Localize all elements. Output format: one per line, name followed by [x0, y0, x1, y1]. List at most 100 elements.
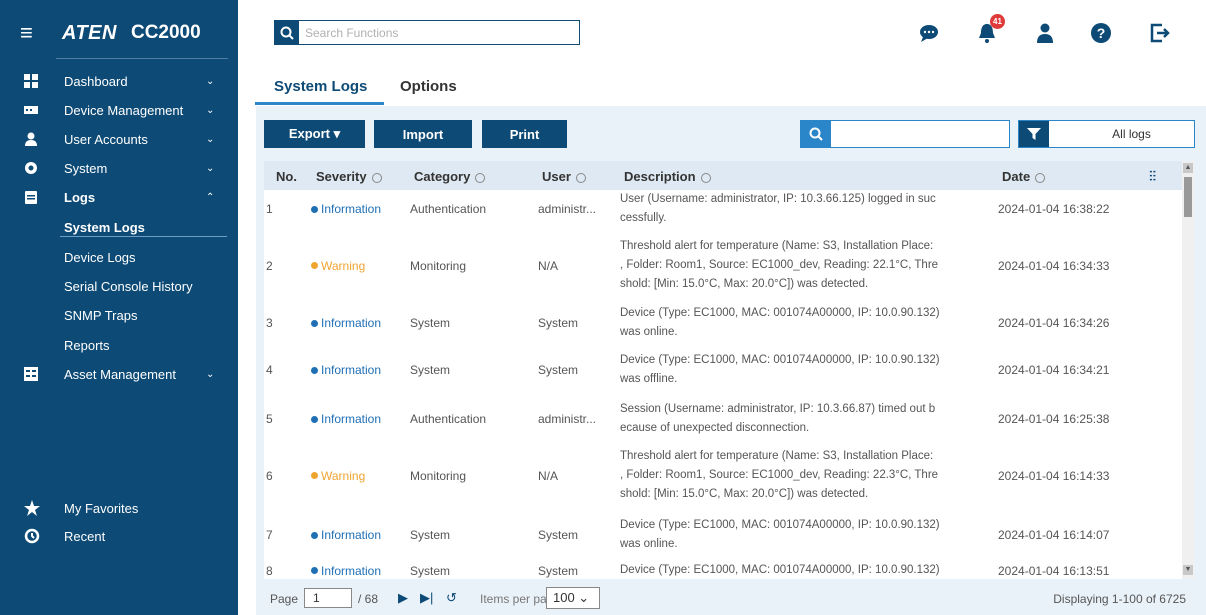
sidebar-item-my-favorites[interactable]: My Favorites — [0, 495, 238, 521]
sidebar-item-recent[interactable]: Recent — [0, 523, 238, 549]
sidebar-sub-snmp-traps[interactable]: SNMP Traps — [64, 308, 137, 323]
cell-category: System — [410, 528, 451, 542]
description-line: was offline. — [620, 373, 678, 385]
cell-severity: Information — [311, 528, 381, 542]
sidebar-sub-system-logs[interactable]: System Logs — [64, 220, 145, 235]
sort-icon — [371, 172, 382, 183]
aten-logo: ATEN — [62, 21, 117, 44]
table-row[interactable]: 3 Information System System Device (Type: EC… — [264, 304, 1182, 342]
log-filter[interactable]: All logs — [1018, 120, 1195, 148]
cell-description: Device (Type: EC1000, MAC: 001074A00000,… — [620, 304, 992, 342]
print-button[interactable]: Print — [482, 120, 567, 148]
description-line: was online. — [620, 326, 678, 338]
cell-description: Threshold alert for temperature (Name: S… — [620, 447, 992, 504]
sort-icon — [575, 172, 586, 183]
sidebar-sub-device-logs[interactable]: Device Logs — [64, 250, 136, 265]
sidebar-item-dashboard[interactable]: Dashboard ⌄ — [0, 68, 238, 94]
vertical-scrollbar[interactable]: ▲ ▼ — [1182, 161, 1194, 579]
sidebar-item-system[interactable]: System ⌄ — [0, 155, 238, 181]
refresh-icon[interactable]: ↺ — [446, 590, 457, 606]
last-page-icon[interactable]: ▶| — [420, 590, 433, 606]
sidebar: ≡ ATEN CC2000 Dashboard ⌄ Device Managem… — [0, 0, 238, 615]
page-input[interactable]: 1 — [304, 588, 352, 608]
search-icon[interactable] — [801, 121, 831, 147]
function-search[interactable] — [274, 20, 580, 45]
sidebar-item-user-accounts[interactable]: User Accounts ⌄ — [0, 126, 238, 152]
tab-system-logs[interactable]: System Logs — [274, 78, 367, 95]
export-button[interactable]: Export ▾ — [264, 120, 365, 148]
description-line: , Folder: Room1, Source: EC1000_dev, Rea… — [620, 469, 939, 481]
sidebar-item-asset-management[interactable]: Asset Management ⌄ — [0, 361, 238, 387]
search-input[interactable] — [299, 21, 579, 44]
log-search[interactable] — [800, 120, 1010, 148]
import-button[interactable]: Import — [374, 120, 472, 148]
table-row[interactable]: 7 Information System System Device (Type: EC… — [264, 516, 1182, 554]
scroll-down-icon[interactable]: ▼ — [1183, 565, 1193, 575]
cell-description: Device (Type: EC1000, MAC: 001074A00000,… — [620, 351, 992, 389]
cell-category: Authentication — [410, 412, 487, 426]
severity-label: Information — [321, 412, 382, 426]
cell-category: System — [410, 563, 451, 578]
info-dot-icon — [311, 205, 318, 213]
info-dot-icon — [311, 366, 318, 374]
help-icon[interactable]: ? — [1090, 22, 1112, 44]
sidebar-item-device-management[interactable]: Device Management ⌄ — [0, 97, 238, 123]
info-dot-icon — [311, 415, 318, 423]
chevron-down-icon: ⌄ — [206, 368, 215, 380]
cell-no: 7 — [266, 528, 273, 542]
hamburger-icon[interactable]: ≡ — [20, 20, 50, 46]
cell-date: 2024-01-04 16:34:26 — [998, 316, 1110, 330]
cell-no: 5 — [266, 412, 273, 426]
next-page-icon[interactable]: ▶ — [398, 590, 408, 606]
col-label: Category — [414, 169, 471, 184]
cell-date: 2024-01-04 16:14:33 — [998, 468, 1110, 483]
cell-severity: Information — [311, 363, 381, 377]
col-description[interactable]: Description — [624, 169, 711, 184]
table-row[interactable]: 8 Information System System Device (Type: EC… — [264, 561, 1182, 579]
col-severity[interactable]: Severity — [316, 169, 382, 184]
sidebar-sub-reports[interactable]: Reports — [64, 338, 110, 353]
asset-icon — [24, 367, 38, 381]
description-line: Device (Type: EC1000, MAC: 001074A00000,… — [620, 564, 940, 576]
cell-description: Device (Type: EC1000, MAC: 001074A00000,… — [620, 516, 992, 554]
description-line: User (Username: administrator, IP: 10.3.… — [620, 193, 936, 205]
sidebar-item-logs[interactable]: Logs ⌃ — [0, 184, 238, 210]
table-row[interactable]: 6 Warning Monitoring N/A Threshold alert for… — [264, 447, 1182, 504]
cell-no: 4 — [266, 363, 273, 377]
description-line: Threshold alert for temperature (Name: S… — [620, 240, 934, 252]
col-user[interactable]: User — [542, 169, 586, 184]
table-row[interactable]: 1 Information Authentication administr... Us… — [264, 190, 1182, 228]
device-icon — [24, 106, 38, 114]
description-line: Device (Type: EC1000, MAC: 001074A00000,… — [620, 307, 940, 319]
main-content: Export ▾ Import Print All logs No. Sever… — [256, 106, 1206, 615]
display-count: Displaying 1-100 of 6725 — [1053, 592, 1186, 606]
severity-label: Information — [321, 563, 382, 578]
cell-severity: Information — [311, 202, 381, 216]
table-row[interactable]: 4 Information System System Device (Type: EC… — [264, 351, 1182, 389]
col-no[interactable]: No. — [276, 169, 297, 184]
tab-options[interactable]: Options — [400, 78, 457, 95]
table-row[interactable]: 2 Warning Monitoring N/A Threshold alert for… — [264, 237, 1182, 294]
cell-severity: Warning — [311, 469, 365, 483]
column-settings-icon[interactable]: ⫶⫶ — [1149, 168, 1156, 185]
description-line: cessfully. — [620, 212, 667, 224]
severity-label: Information — [321, 316, 382, 330]
search-icon[interactable] — [275, 21, 299, 44]
col-label: Description — [624, 169, 696, 184]
chat-icon[interactable] — [918, 22, 940, 44]
items-per-page-select[interactable]: 100 ⌄ — [546, 587, 600, 609]
col-date[interactable]: Date — [1002, 169, 1046, 184]
sidebar-sub-serial-console-history[interactable]: Serial Console History — [64, 279, 193, 294]
table-row[interactable]: 5 Information Authentication administr... Se… — [264, 400, 1182, 438]
user-icon[interactable] — [1034, 22, 1056, 44]
notification-badge: 41 — [990, 14, 1005, 29]
cell-description: Device (Type: EC1000, MAC: 001074A00000,… — [620, 561, 992, 579]
scroll-thumb[interactable] — [1184, 177, 1192, 217]
cell-category: Authentication — [410, 202, 487, 216]
description-line: ecause of unexpected disconnection. — [620, 422, 810, 434]
history-icon — [24, 528, 40, 544]
col-category[interactable]: Category — [414, 169, 486, 184]
scroll-up-icon[interactable]: ▲ — [1183, 163, 1193, 173]
logout-icon[interactable] — [1148, 22, 1170, 44]
sidebar-item-label: Dashboard — [64, 73, 128, 89]
